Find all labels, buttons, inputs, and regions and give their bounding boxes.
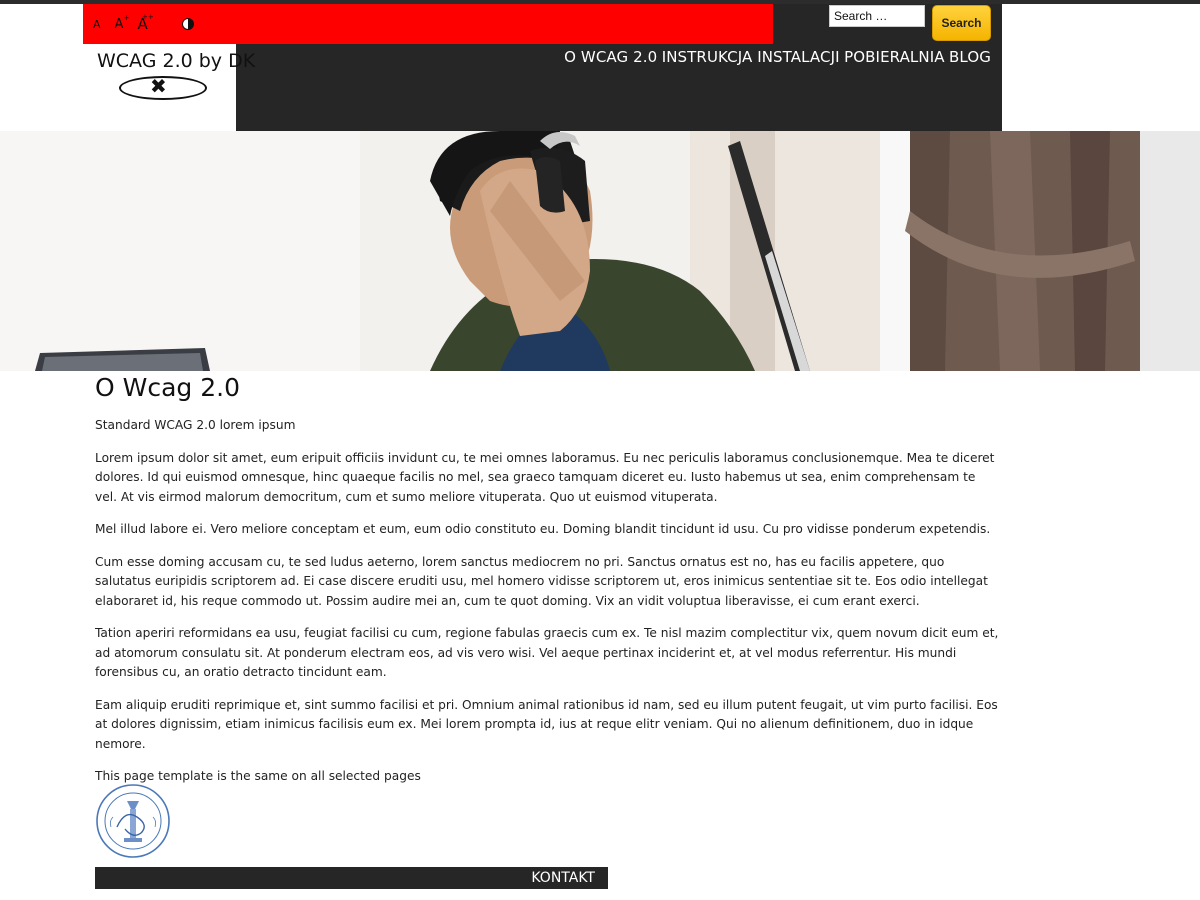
hero-photo-illustration	[0, 131, 1200, 371]
accessibility-toolbar: A A + A ++	[83, 4, 773, 44]
content-paragraph: Eam aliquip eruditi reprimique et, sint …	[95, 697, 998, 751]
footer-note: This page template is the same on all se…	[95, 769, 421, 783]
content-paragraph: Cum esse doming accusam cu, te sed ludus…	[95, 554, 988, 608]
close-x-icon: ✖	[150, 76, 167, 98]
site-title: WCAG 2.0 by DK	[97, 50, 256, 72]
page-title: O Wcag 2.0	[95, 373, 240, 402]
font-size-medium-label: A	[114, 16, 124, 32]
nav-item-pobieralnia[interactable]: POBIERALNIA	[844, 48, 944, 66]
content-paragraph: Tation aperiri reformidans ea usu, feugi…	[95, 626, 999, 679]
font-size-large-button[interactable]: A ++	[137, 13, 153, 32]
university-seal-icon[interactable]	[95, 783, 171, 859]
font-size-medium-sup: +	[123, 13, 130, 22]
nav-item-blog[interactable]: BLOG	[949, 48, 991, 66]
font-size-medium-button[interactable]: A +	[114, 14, 130, 32]
site-logo[interactable]: WCAG 2.0 by DK ✖	[83, 44, 255, 131]
font-size-small-button[interactable]: A	[93, 19, 101, 30]
footer-bar: KONTAKT	[95, 867, 608, 889]
search-input[interactable]	[829, 5, 925, 27]
hero-image	[0, 131, 1200, 371]
search-button[interactable]: Search	[932, 5, 991, 41]
site-header: A A+ A++ Search WCAG 2.0 by DK ✖ O WCAG …	[83, 4, 1002, 131]
intro-paragraph: Standard WCAG 2.0 lorem ipsum	[95, 418, 296, 432]
content-paragraph: Mel illud labore ei. Vero meliore concep…	[95, 522, 991, 536]
nav-item-instrukcja[interactable]: INSTRUKCJA INSTALACJI	[662, 48, 840, 66]
main-content: O Wcag 2.0 Standard WCAG 2.0 lorem ipsum…	[95, 373, 1000, 800]
contact-link[interactable]: KONTAKT	[531, 870, 595, 886]
seal-graphic	[96, 784, 170, 858]
nav-item-o-wcag[interactable]: O WCAG 2.0	[564, 48, 657, 66]
font-size-large-sup: ++	[141, 12, 154, 21]
contrast-icon[interactable]	[181, 18, 194, 30]
content-paragraph: Lorem ipsum dolor sit amet, eum eripuit …	[95, 450, 995, 504]
main-navigation: O WCAG 2.0 INSTRUKCJA INSTALACJI POBIERA…	[564, 48, 991, 66]
